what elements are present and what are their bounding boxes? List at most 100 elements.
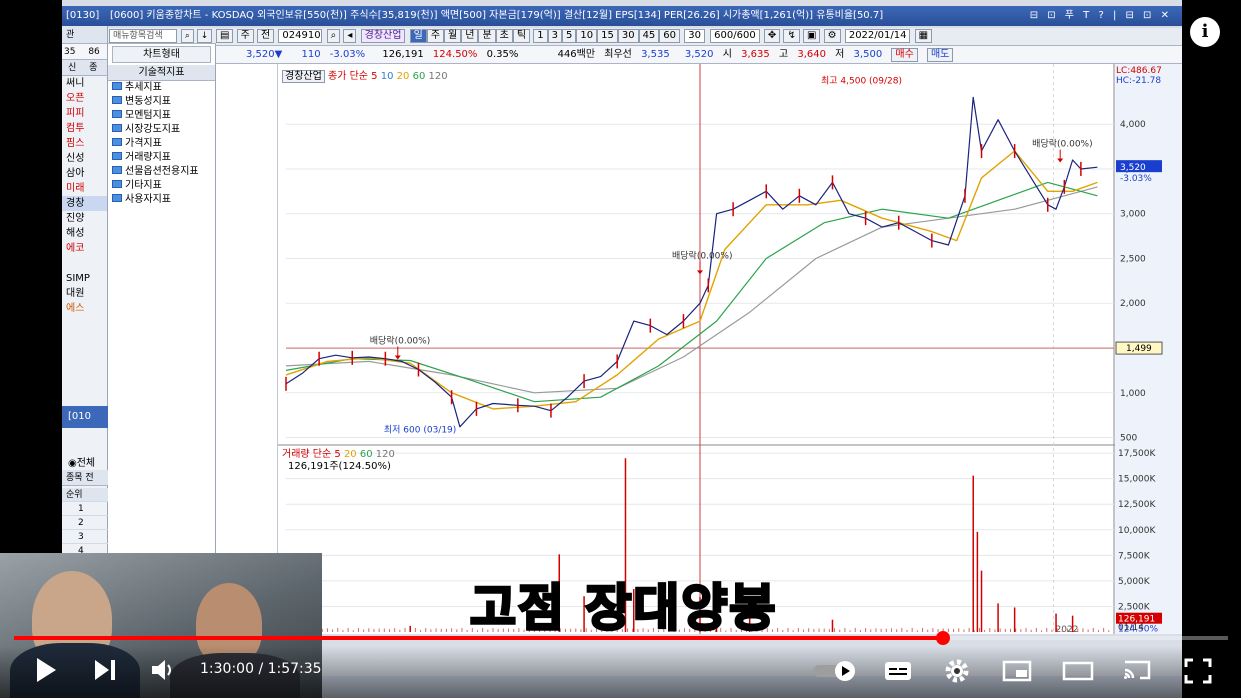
tree-item[interactable]: 변동성지표 [108,95,215,109]
left-list-item[interactable]: 에코 [62,241,107,256]
chart-menu-icon[interactable]: ▤ [216,29,234,43]
tree-item-label: 추세지표 [125,82,162,93]
tree-item[interactable]: 추세지표 [108,81,215,95]
stock-code-input[interactable]: 024910 [278,29,323,43]
stock-name-display[interactable]: 경창산업 [360,29,406,43]
minute-button[interactable]: 60 [659,29,681,43]
autoplay-toggle-icon[interactable] [812,660,858,682]
tree-item[interactable]: 시장강도지표 [108,123,215,137]
left-list-item[interactable]: 미래 [62,181,107,196]
next-icon[interactable] [92,658,118,682]
play-icon[interactable] [34,656,58,684]
miniplayer-icon[interactable] [1002,660,1032,682]
minute-button[interactable]: 5 [561,29,577,43]
left-list-header-1: 신 [68,63,77,73]
fullscreen-icon[interactable] [1184,658,1212,684]
subtitles-icon[interactable] [884,660,912,682]
minute-button[interactable]: 15 [597,29,618,43]
left-list-item[interactable]: 진양 [62,211,107,226]
chart-svg[interactable]: 5001,0001,5002,0002,5003,0003,5004,0002,… [278,64,1182,635]
minute-button[interactable]: 45 [638,29,660,43]
left-list-item[interactable]: 삼아 [62,166,107,181]
left-list-item[interactable]: 오픈 [62,91,107,106]
minute-button[interactable]: 3 [547,29,562,43]
left-list-item[interactable]: 피피 [62,106,107,121]
chart-stock-name[interactable]: 경창산업 [282,70,325,83]
left-list-item[interactable]: 핌스 [62,136,107,151]
left-list-item[interactable]: 경창 [62,196,107,211]
count-input[interactable]: 30 [684,29,705,43]
left-list-item[interactable]: 컴투 [62,121,107,136]
left-list-item[interactable]: 써니 [62,76,107,91]
speaker-icon[interactable]: ◂ [343,29,357,43]
minute-button[interactable]: 30 [617,29,639,43]
gear-icon[interactable]: ⚙ [823,29,841,43]
tree-item[interactable]: 거래량지표 [108,151,215,165]
period-button[interactable]: 분 [478,29,496,43]
period-button[interactable]: 년 [461,29,479,43]
volume-icon[interactable] [150,658,176,682]
draw-icon[interactable]: ↯ [783,29,800,43]
tree-item[interactable]: 선물옵션전용지표 [108,165,215,179]
left-list-item[interactable]: 에스 [62,301,107,316]
left-list-tab[interactable]: 관 [66,30,74,40]
video-player[interactable]: [0130] [0600] 키움종합차트 - KOSDAQ 외국인보유[550(… [0,0,1241,698]
chart-type-button[interactable]: 차트형태 [112,46,211,63]
tree-item[interactable]: 사용자지표 [108,193,215,207]
download-icon[interactable]: ↓ [196,29,213,43]
calendar-icon[interactable]: ▦ [914,29,933,43]
price-tick-label: 4,000 [1120,120,1146,130]
sell-button[interactable]: 매도 [926,48,954,62]
window-controls[interactable]: ⊟ ⊡ 푸 T ? | ⊟ ⊡ ✕ [1030,6,1172,26]
folder-icon [112,194,122,202]
price-chart[interactable]: 5001,0001,5002,0002,5003,0003,5004,0002,… [278,64,1182,635]
date-input[interactable]: 2022/01/14 [844,29,911,43]
progress-bar[interactable] [14,631,1228,645]
chart-annotation: 최고 4,500 (09/28) [821,75,902,86]
info-icon[interactable]: i [1190,17,1220,47]
ranking-row[interactable]: 1 [62,502,108,516]
period-button[interactable]: 월 [444,29,462,43]
tree-item[interactable]: 모멘텀지표 [108,109,215,123]
search-icon[interactable]: ⌕ [180,29,194,43]
cast-icon[interactable] [1122,658,1152,682]
theater-mode-icon[interactable] [1062,660,1094,682]
crosshair-icon[interactable]: ✥ [763,29,781,43]
ranking-row[interactable]: 2 [62,516,108,530]
search-icon[interactable]: ⌕ [326,29,341,43]
volume-value: 126,191 [382,49,424,60]
count-range-input[interactable]: 600/600 [710,29,760,43]
ranking-row[interactable]: 3 [62,530,108,544]
bid-price: 3,520 [684,49,714,60]
settings-icon[interactable] [944,658,970,684]
price-change: 110 [301,49,321,60]
minute-button[interactable]: 1 [533,29,548,43]
left-list-item[interactable]: 대원 [62,286,107,301]
period-button[interactable]: 주 [426,29,445,43]
ma-5-label: 5 [371,71,378,82]
tree-item[interactable]: 가격지표 [108,137,215,151]
tree-item[interactable]: 기타지표 [108,179,215,193]
left-list-item[interactable]: 신성 [62,151,107,166]
tree-section-title: 기술적지표 [108,65,215,81]
left-list-item[interactable]: SIMP [62,271,107,286]
left-list-item[interactable] [62,256,107,271]
ranking-radio-all[interactable]: ◉전체 [68,454,95,469]
volume-detail: 126,191주(124.50%) [288,461,391,472]
menu-search-input[interactable]: 매뉴항목검색 [109,29,177,43]
market-mode-select[interactable]: 주 [236,29,254,43]
progress-knob[interactable] [935,631,950,645]
time-current: 1:30:00 [200,661,254,677]
ma-10-label: 10 [380,71,394,82]
left-list-item[interactable]: 해성 [62,226,107,241]
left-list-tabs[interactable]: 관 [62,26,107,44]
period-button[interactable]: 초 [495,29,513,43]
quote-bar: 3,520▼ 110 -3.03% 126,191 124.50% 0.35% … [216,46,1182,64]
save-icon[interactable]: ▣ [803,29,821,43]
range-mode-select[interactable]: 전 [257,29,275,43]
period-button[interactable]: 일 [409,29,427,43]
buy-button[interactable]: 매수 [891,48,918,62]
ranking-tabs[interactable]: 종목 전 [62,470,108,486]
minute-button[interactable]: 10 [576,29,598,43]
period-button[interactable]: 틱 [512,29,531,43]
